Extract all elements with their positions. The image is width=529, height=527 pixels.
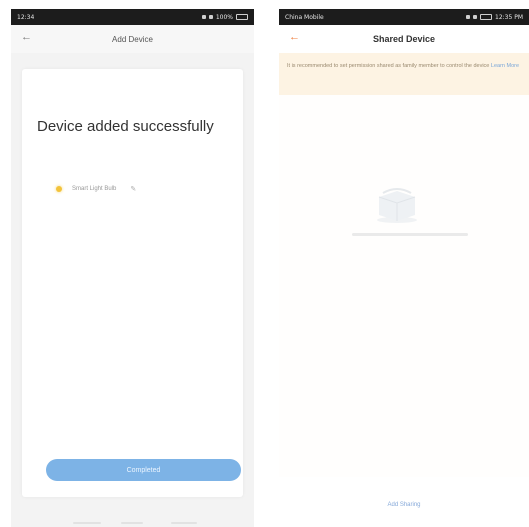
page-title: Add Device	[112, 34, 153, 44]
status-time: 12:35 PM	[495, 13, 523, 21]
empty-state-caption-placeholder	[352, 233, 468, 236]
status-bar: 12:34 100%	[11, 9, 254, 25]
shared-device-screen: China Mobile 12:35 PM ← Shared Device It…	[279, 9, 529, 527]
battery-percent: 100%	[215, 13, 233, 21]
nav-hint	[121, 522, 143, 524]
empty-state	[279, 95, 529, 477]
device-name: Smart Light Bulb	[72, 186, 117, 192]
carrier-label: China Mobile	[285, 13, 324, 21]
app-header: ← Shared Device	[279, 25, 529, 53]
wifi-icon	[473, 15, 477, 19]
signal-icon	[466, 15, 470, 19]
result-card: Device added successfully Smart Light Bu…	[22, 69, 243, 497]
app-header: ← Add Device	[11, 25, 254, 53]
nav-hint	[73, 522, 101, 524]
nav-hint	[171, 522, 197, 524]
back-arrow-icon[interactable]: ←	[21, 31, 32, 43]
completed-button[interactable]: Completed	[46, 459, 241, 481]
battery-icon	[236, 14, 248, 20]
status-time: 12:34	[17, 13, 35, 21]
page-title: Shared Device	[372, 34, 436, 44]
success-title: Device added successfully	[37, 118, 214, 135]
add-sharing-button[interactable]: Add Sharing	[279, 502, 529, 508]
back-arrow-icon[interactable]: ←	[289, 31, 300, 43]
battery-icon	[480, 14, 492, 20]
wifi-icon	[208, 15, 213, 19]
status-icons: 100%	[201, 13, 248, 21]
signal-icon	[201, 15, 206, 19]
add-device-screen: 12:34 100% ← Add Device Device added suc…	[11, 9, 254, 527]
bulb-icon	[56, 186, 62, 192]
recommendation-banner: It is recommended to set permission shar…	[279, 53, 529, 95]
banner-text: It is recommended to set permission shar…	[287, 63, 490, 69]
edit-icon[interactable]: ✎	[130, 185, 136, 193]
bottom-nav-strip	[11, 515, 254, 527]
learn-more-link[interactable]: Learn More	[491, 63, 519, 69]
status-icons: 12:35 PM	[466, 14, 523, 21]
empty-box-icon	[377, 188, 417, 223]
added-device-row[interactable]: Smart Light Bulb ✎	[56, 185, 136, 193]
status-bar: China Mobile 12:35 PM	[279, 9, 529, 25]
